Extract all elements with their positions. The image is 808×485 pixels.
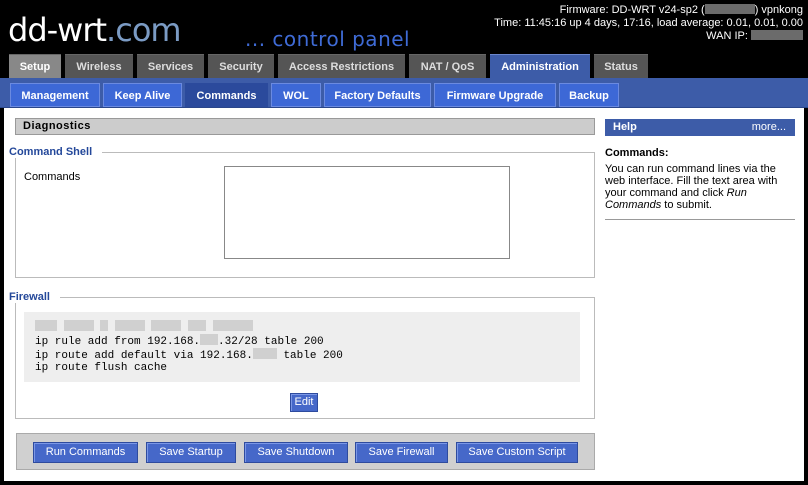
run-commands-button[interactable]: Run Commands <box>33 442 138 463</box>
help-title: Help <box>613 121 637 133</box>
diagnostics-header: Diagnostics <box>15 118 595 135</box>
commands-textarea[interactable] <box>224 166 510 259</box>
subtab-keep-alive[interactable]: Keep Alive <box>103 83 182 107</box>
redacted-block <box>704 4 755 14</box>
tab-nat-qos[interactable]: NAT / QoS <box>409 54 486 78</box>
help-heading: Commands: <box>605 147 669 159</box>
firewall-line-4: ip route flush cache <box>35 362 168 374</box>
action-button-bar: Run Commands Save Startup Save Shutdown … <box>16 433 595 470</box>
firewall-script-display: ip rule add from 192.168. .32/28 table 20… <box>24 312 580 382</box>
tab-access-restrictions[interactable]: Access Restrictions <box>278 54 405 78</box>
main-tabs: Setup Wireless Services Security Access … <box>0 54 808 78</box>
subtab-factory-defaults[interactable]: Factory Defaults <box>324 83 431 107</box>
firewall-line-3: ip route add default via 192.168. table … <box>35 348 343 362</box>
firewall-line-1 <box>35 320 580 334</box>
firewall-line-2: ip rule add from 192.168. .32/28 table 20… <box>35 334 324 348</box>
control-panel-tagline: ... control panel <box>245 27 411 51</box>
tab-services[interactable]: Services <box>137 54 204 78</box>
firmware-line: Firmware: DD-WRT v24-sp2 () vpnkong <box>559 4 803 16</box>
ddwrt-logo[interactable]: dd-wrt.com <box>8 11 182 49</box>
commands-label: Commands <box>24 171 81 183</box>
logo-main: dd-wrt <box>8 11 107 49</box>
tab-status[interactable]: Status <box>594 54 648 78</box>
help-more-link[interactable]: more... <box>752 119 786 136</box>
tab-administration[interactable]: Administration <box>490 54 590 78</box>
wan-ip-line: WAN IP: <box>494 30 803 43</box>
edit-button[interactable]: Edit <box>290 393 318 412</box>
save-shutdown-button[interactable]: Save Shutdown <box>244 442 348 463</box>
logo-domain: .com <box>106 11 182 49</box>
tab-wireless[interactable]: Wireless <box>65 54 133 78</box>
save-startup-button[interactable]: Save Startup <box>146 442 236 463</box>
help-content: Commands: You can run command lines via … <box>605 147 795 211</box>
tab-setup[interactable]: Setup <box>9 54 61 78</box>
subtab-commands[interactable]: Commands <box>185 83 268 107</box>
sub-tabs: Management Keep Alive Commands WOL Facto… <box>0 78 808 108</box>
header: dd-wrt.com ... control panel Firmware: D… <box>0 0 808 54</box>
firewall-legend: Firewall <box>9 291 60 303</box>
command-shell-legend: Command Shell <box>9 146 103 158</box>
help-header: Help more... <box>605 119 795 136</box>
tab-security[interactable]: Security <box>208 54 274 78</box>
uptime-line: Time: 11:45:16 up 4 days, 17:16, load av… <box>494 17 803 29</box>
router-info: Firmware: DD-WRT v24-sp2 () vpnkong Time… <box>494 4 803 43</box>
help-divider <box>605 219 795 220</box>
help-text: You can run command lines via the web in… <box>605 163 778 211</box>
redacted-block <box>751 30 803 40</box>
subtab-backup[interactable]: Backup <box>559 83 619 107</box>
content-area: Diagnostics Commands Command Shell Firew… <box>4 108 804 481</box>
save-firewall-button[interactable]: Save Firewall <box>355 442 448 463</box>
subtab-firmware-upgrade[interactable]: Firmware Upgrade <box>434 83 556 107</box>
subtab-wol[interactable]: WOL <box>271 83 321 107</box>
subtab-management[interactable]: Management <box>10 83 100 107</box>
save-custom-script-button[interactable]: Save Custom Script <box>456 442 578 463</box>
